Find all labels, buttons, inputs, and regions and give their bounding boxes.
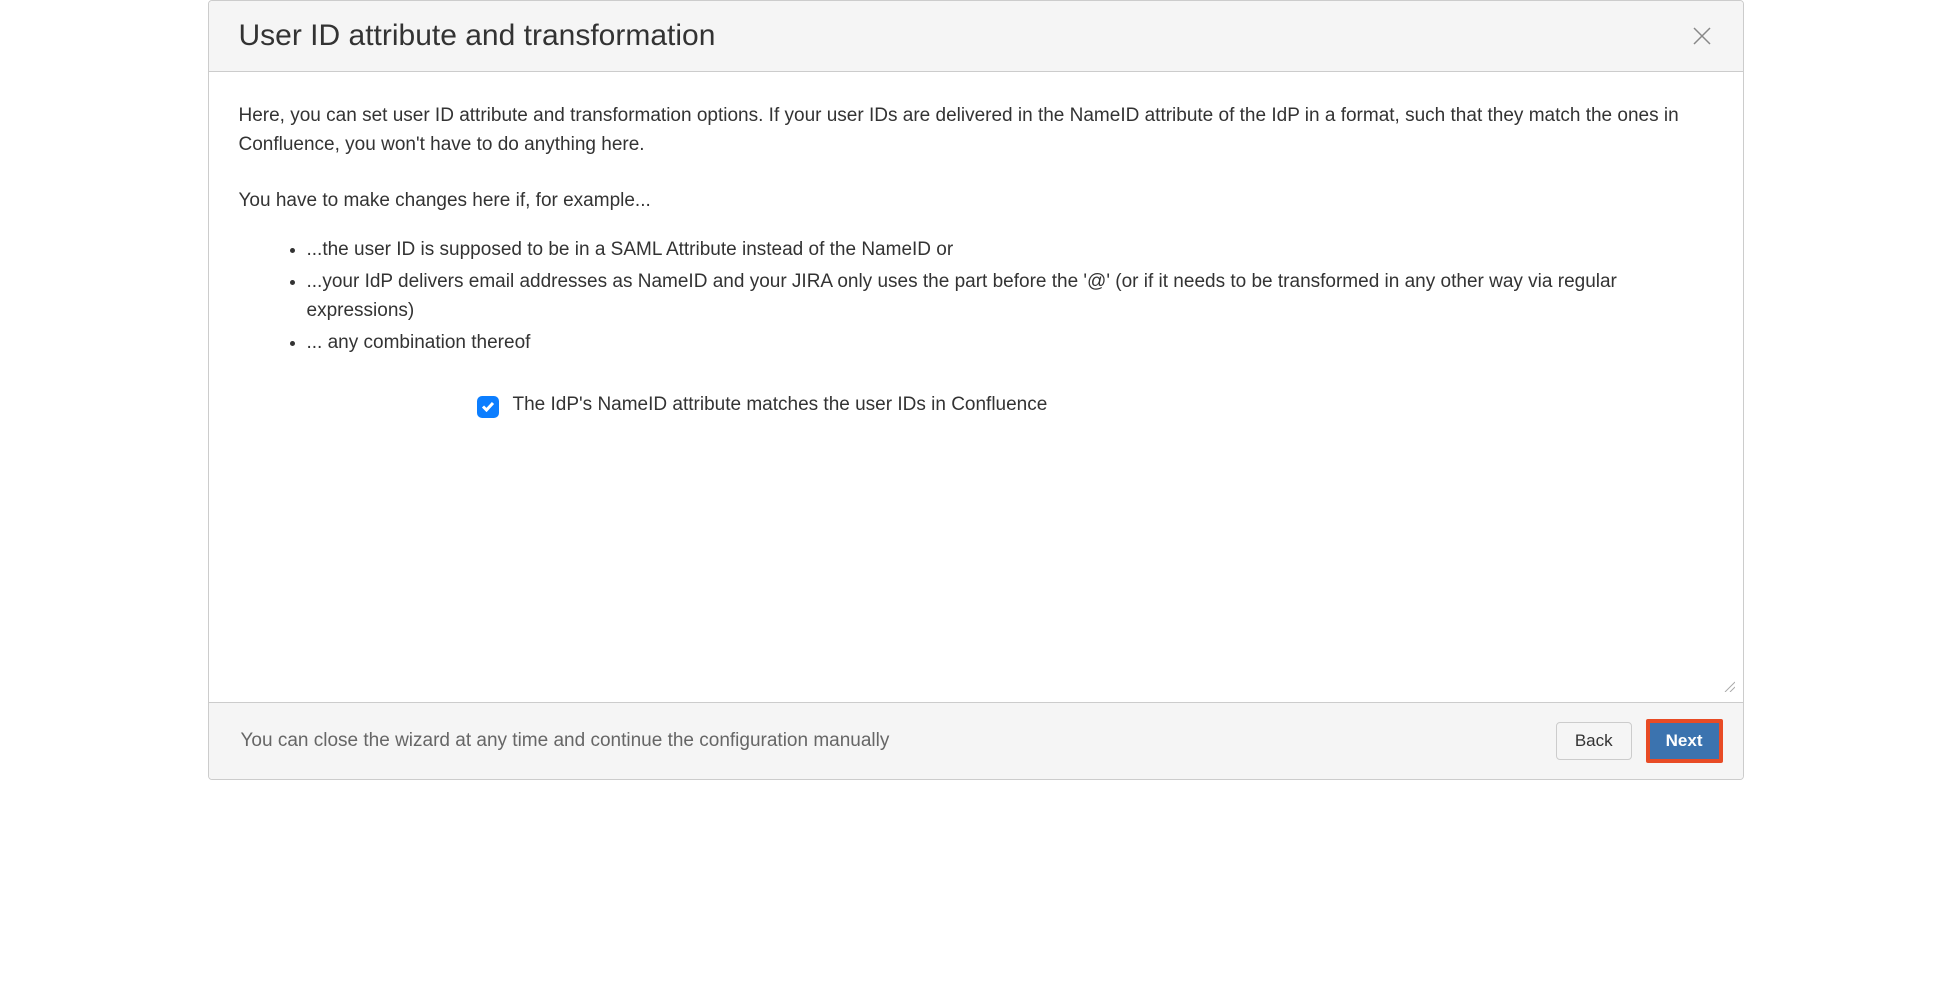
footer-buttons: Back Next [1556, 719, 1723, 763]
footer-hint-text: You can close the wizard at any time and… [229, 730, 890, 752]
resize-handle-icon[interactable] [1723, 680, 1735, 694]
dialog-title: User ID attribute and transformation [239, 19, 716, 53]
changes-list: ...the user ID is supposed to be in a SA… [239, 236, 1713, 358]
description-text: Here, you can set user ID attribute and … [239, 102, 1713, 159]
dialog-header: User ID attribute and transformation [209, 1, 1743, 72]
dialog-footer: You can close the wizard at any time and… [209, 702, 1743, 779]
next-button-highlight: Next [1646, 719, 1723, 763]
checkbox-label: The IdP's NameID attribute matches the u… [513, 394, 1048, 416]
next-button[interactable]: Next [1650, 723, 1719, 759]
close-icon[interactable] [1691, 25, 1713, 47]
back-button[interactable]: Back [1556, 722, 1632, 760]
dialog-body: Here, you can set user ID attribute and … [209, 72, 1743, 702]
list-item: ...the user ID is supposed to be in a SA… [307, 236, 1713, 265]
dialog-container: User ID attribute and transformation Her… [208, 0, 1744, 780]
nameid-match-checkbox[interactable] [477, 396, 499, 418]
list-item: ... any combination thereof [307, 329, 1713, 358]
checkbox-row: The IdP's NameID attribute matches the u… [477, 394, 1713, 418]
changes-intro-text: You have to make changes here if, for ex… [239, 187, 1713, 216]
list-item: ...your IdP delivers email addresses as … [307, 268, 1713, 325]
